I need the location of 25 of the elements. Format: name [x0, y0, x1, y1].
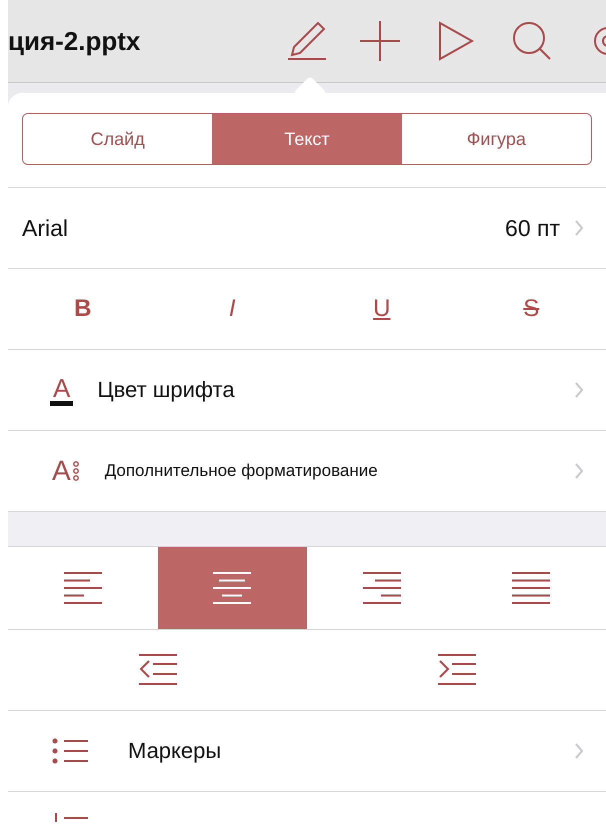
chevron-icon	[574, 462, 584, 480]
font-name[interactable]: Arial	[22, 214, 68, 242]
document-title: ция-2.pptx	[8, 26, 140, 56]
plus-icon[interactable]	[358, 19, 402, 63]
chevron-icon	[574, 381, 584, 399]
menu-label[interactable]: Дополнительное форматирование	[104, 461, 378, 481]
strike-button[interactable]: S	[513, 291, 550, 327]
indent-increase-icon	[438, 653, 476, 687]
indent-decrease-icon	[138, 653, 176, 687]
underline-button[interactable]: U	[363, 291, 400, 327]
menu-label[interactable]: Маркеры	[128, 738, 222, 764]
tab[interactable]: Текст	[212, 114, 402, 164]
chevron-icon	[574, 219, 584, 237]
font-size[interactable]: 60 пт	[505, 214, 560, 242]
align-right-icon	[362, 571, 401, 605]
align-justify-icon	[512, 571, 550, 605]
align-center-button[interactable]	[158, 547, 307, 629]
chevron-icon	[574, 742, 584, 760]
italic-button[interactable]: I	[218, 291, 246, 327]
align-left-icon	[64, 571, 102, 605]
align-center-icon	[213, 571, 252, 605]
bulleted-list-icon	[52, 738, 88, 764]
bold-button[interactable]: B	[64, 291, 102, 327]
menu-label[interactable]: Цвет шрифта	[97, 377, 235, 403]
numbered-list-icon	[52, 812, 88, 822]
